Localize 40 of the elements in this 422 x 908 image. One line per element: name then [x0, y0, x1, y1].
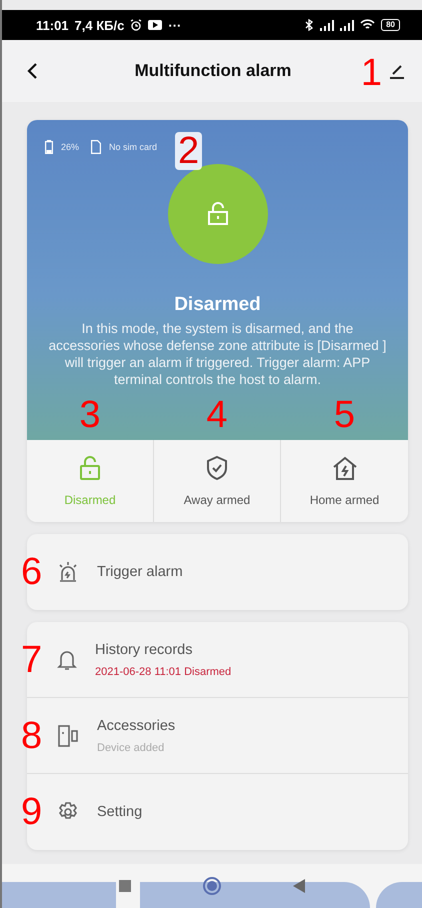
network-speed: 7,4 КБ/с	[74, 18, 124, 32]
annotation-number: 3	[79, 396, 101, 434]
bluetooth-icon	[305, 19, 314, 31]
battery-level: 80	[381, 19, 400, 31]
annotation-number: 2	[175, 132, 202, 170]
signal-icon	[320, 20, 334, 30]
page-title: Multifunction alarm	[134, 61, 292, 81]
device-battery: 26%	[61, 142, 80, 152]
mode-title: Disarmed	[174, 294, 261, 316]
home-icon[interactable]	[203, 877, 221, 895]
menu-item-subtitle: 2021-06-28 11:01 Disarmed	[95, 666, 232, 678]
menu-item-label: Accessories	[97, 718, 176, 734]
open-padlock-icon	[78, 455, 102, 481]
menu-item-label: Setting	[97, 804, 142, 820]
open-padlock-icon	[206, 202, 228, 226]
door-sensor-icon	[57, 724, 79, 748]
house-bolt-icon	[330, 455, 358, 481]
chevron-left-icon	[26, 62, 38, 80]
annotation-number: 8	[21, 716, 42, 754]
mode-description: In this mode, the system is disarmed, and the accessories whose defense zone attribute is [Disarmed ] will trigger an alarm if triggered. Trigger alarm: APP terminal controls the host to alarm.	[48, 320, 388, 388]
menu-item-label: History records	[95, 642, 194, 658]
background-shape	[376, 882, 422, 908]
back-icon[interactable]	[293, 879, 305, 893]
alarm-clock-icon	[130, 19, 142, 31]
shield-check-icon	[205, 455, 229, 481]
annotation-number: 5	[334, 396, 356, 434]
more-indicator: ···	[168, 18, 182, 32]
annotation-number: 4	[206, 396, 228, 434]
menu-item-subtitle: Device added	[97, 742, 166, 754]
sim-card-icon	[91, 140, 102, 154]
status-time: 11:01	[36, 18, 69, 32]
siren-icon	[57, 561, 79, 583]
bell-icon	[57, 648, 77, 670]
wifi-icon	[360, 19, 376, 31]
video-icon	[148, 20, 162, 30]
sim-status: No sim card	[109, 142, 158, 152]
signal-icon	[340, 20, 354, 30]
battery-icon	[45, 140, 53, 154]
annotation-number: 9	[21, 793, 42, 831]
annotation-number: 1	[360, 54, 382, 92]
